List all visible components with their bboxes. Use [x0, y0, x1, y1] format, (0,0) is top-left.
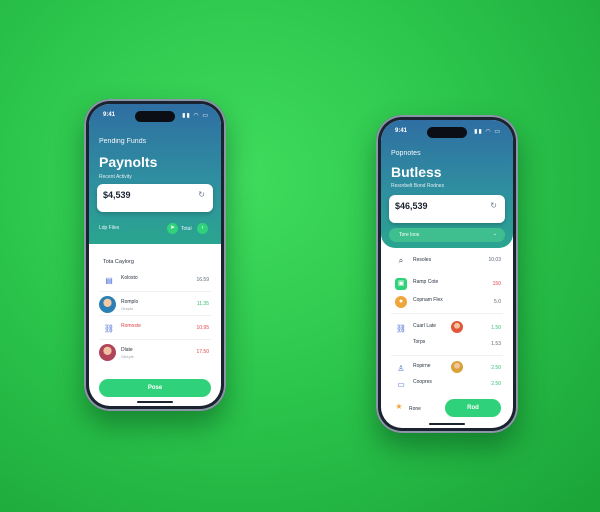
rod-button[interactable]: Rod: [445, 399, 501, 417]
list-item[interactable]: ▭ Coopres 2.50: [391, 374, 503, 396]
arrow-icon[interactable]: ›: [197, 223, 208, 234]
footer-label: Rone: [409, 406, 421, 412]
filter-pill[interactable]: Tore loos ⌄: [389, 228, 505, 242]
status-icons: ▮▮ ◠ ▭: [474, 129, 501, 135]
balance-amount: $46,539: [395, 201, 428, 211]
refresh-icon[interactable]: ↻: [198, 190, 205, 199]
row-amount: 10.03: [488, 257, 501, 263]
dynamic-island: [135, 111, 175, 122]
row-sub: Grepto: [121, 306, 134, 311]
row-amount: 2.50: [491, 381, 501, 387]
row-name: Torps: [413, 339, 426, 345]
dynamic-island: [427, 127, 467, 138]
page-title: Paynolts: [99, 154, 158, 170]
divider: [99, 339, 211, 340]
header-subtitle: Recent Activity: [99, 174, 132, 180]
pay-button[interactable]: Pose: [99, 379, 211, 397]
avatar: [451, 321, 463, 333]
header-small-label: Pending Funds: [99, 138, 147, 145]
row-name: Resoles: [413, 257, 432, 263]
avatar: [451, 361, 463, 373]
divider: [391, 313, 503, 314]
pill-label: Total: [181, 226, 192, 232]
list-item[interactable]: ⛓ Romoste 10.95: [99, 318, 211, 340]
row-amount: 1.53: [491, 341, 501, 347]
list-item[interactable]: Dlate Gtreyle 17.50: [99, 342, 211, 364]
row-amount: 17.50: [196, 349, 209, 355]
search-icon: ⌕: [398, 256, 404, 265]
list-item[interactable]: ▤ Kolosto 16.59: [99, 270, 211, 292]
link-icon: ⛓: [103, 324, 115, 333]
balance-card[interactable]: $46,539 ↻: [389, 195, 505, 223]
balance-header: Popnotes Butless Resorbelt Bond Rodnes $…: [381, 120, 513, 248]
status-time: 9:41: [395, 128, 408, 134]
phone-right: 9:41 ▮▮ ◠ ▭ Popnotes Butless Resorbelt B…: [376, 115, 518, 433]
receipt-icon: ▤: [105, 276, 113, 285]
phone-left-screen: 9:41 ▮▮ ◠ ▭ Pending Funds Paynolts Recen…: [89, 104, 221, 406]
row-amount: 11.35: [196, 301, 209, 307]
row-name: Cuarl Late: [413, 323, 437, 329]
home-indicator: [429, 423, 465, 425]
avatar: [99, 296, 116, 313]
row-name: Ramp Cote: [413, 279, 439, 285]
row-amount: 2.50: [491, 365, 501, 371]
row-name: Kolosto: [121, 275, 138, 281]
phone-left: 9:41 ▮▮ ◠ ▭ Pending Funds Paynolts Recen…: [84, 99, 226, 411]
row-name: Ropirne: [413, 363, 431, 369]
row-amount: 5.0: [494, 299, 501, 305]
status-icons: ▮▮ ◠ ▭: [182, 113, 209, 119]
files-link[interactable]: Ldp Files: [99, 225, 119, 231]
wallet-icon: ▣: [395, 278, 407, 290]
balance-card[interactable]: $​4,539 ↻: [97, 184, 213, 212]
coin-icon: ●: [395, 296, 407, 308]
list-item[interactable]: ⌕ Resoles 10.03: [391, 250, 503, 272]
page-title: Butless: [391, 164, 442, 180]
section-label: Tota Caylorg: [103, 259, 134, 265]
avatar: [99, 344, 116, 361]
pill-label: Tore loos: [399, 232, 420, 238]
list-item[interactable]: ● Copnam Flex 5.0: [391, 292, 503, 314]
list-item[interactable]: Romplo Grepto 11.35: [99, 294, 211, 316]
header-subtitle: Resorbelt Bond Rodnes: [391, 183, 445, 189]
divider: [99, 291, 211, 292]
row-amount: 16.59: [196, 277, 209, 283]
send-icon[interactable]: ➤: [167, 223, 178, 234]
row-name: Romplo: [121, 299, 139, 305]
row-amount: 1.50: [491, 325, 501, 331]
home-indicator: [137, 401, 173, 403]
phone-right-screen: 9:41 ▮▮ ◠ ▭ Popnotes Butless Resorbelt B…: [381, 120, 513, 428]
chevron-down-icon: ⌄: [492, 231, 497, 237]
divider: [391, 355, 503, 356]
header-small-label: Popnotes: [391, 150, 421, 157]
row-name: Dlate: [121, 347, 133, 353]
balance-header: Pending Funds Paynolts Recent Activity $…: [89, 104, 221, 244]
divider: [99, 315, 211, 316]
row-name: Romoste: [121, 323, 142, 329]
row-sub: Gtreyle: [121, 354, 134, 359]
refresh-icon[interactable]: ↻: [490, 201, 497, 210]
balance-amount: $​4,539: [103, 190, 131, 200]
row-amount: 150: [492, 281, 501, 287]
row-name: Coopres: [413, 379, 432, 385]
list-item[interactable]: Torps 1.53: [391, 334, 503, 356]
row-amount: 10.95: [196, 325, 209, 331]
star-icon: ★: [395, 402, 403, 411]
row-name: Copnam Flex: [413, 297, 443, 303]
card-icon: ▭: [397, 380, 405, 389]
status-time: 9:41: [103, 112, 116, 118]
